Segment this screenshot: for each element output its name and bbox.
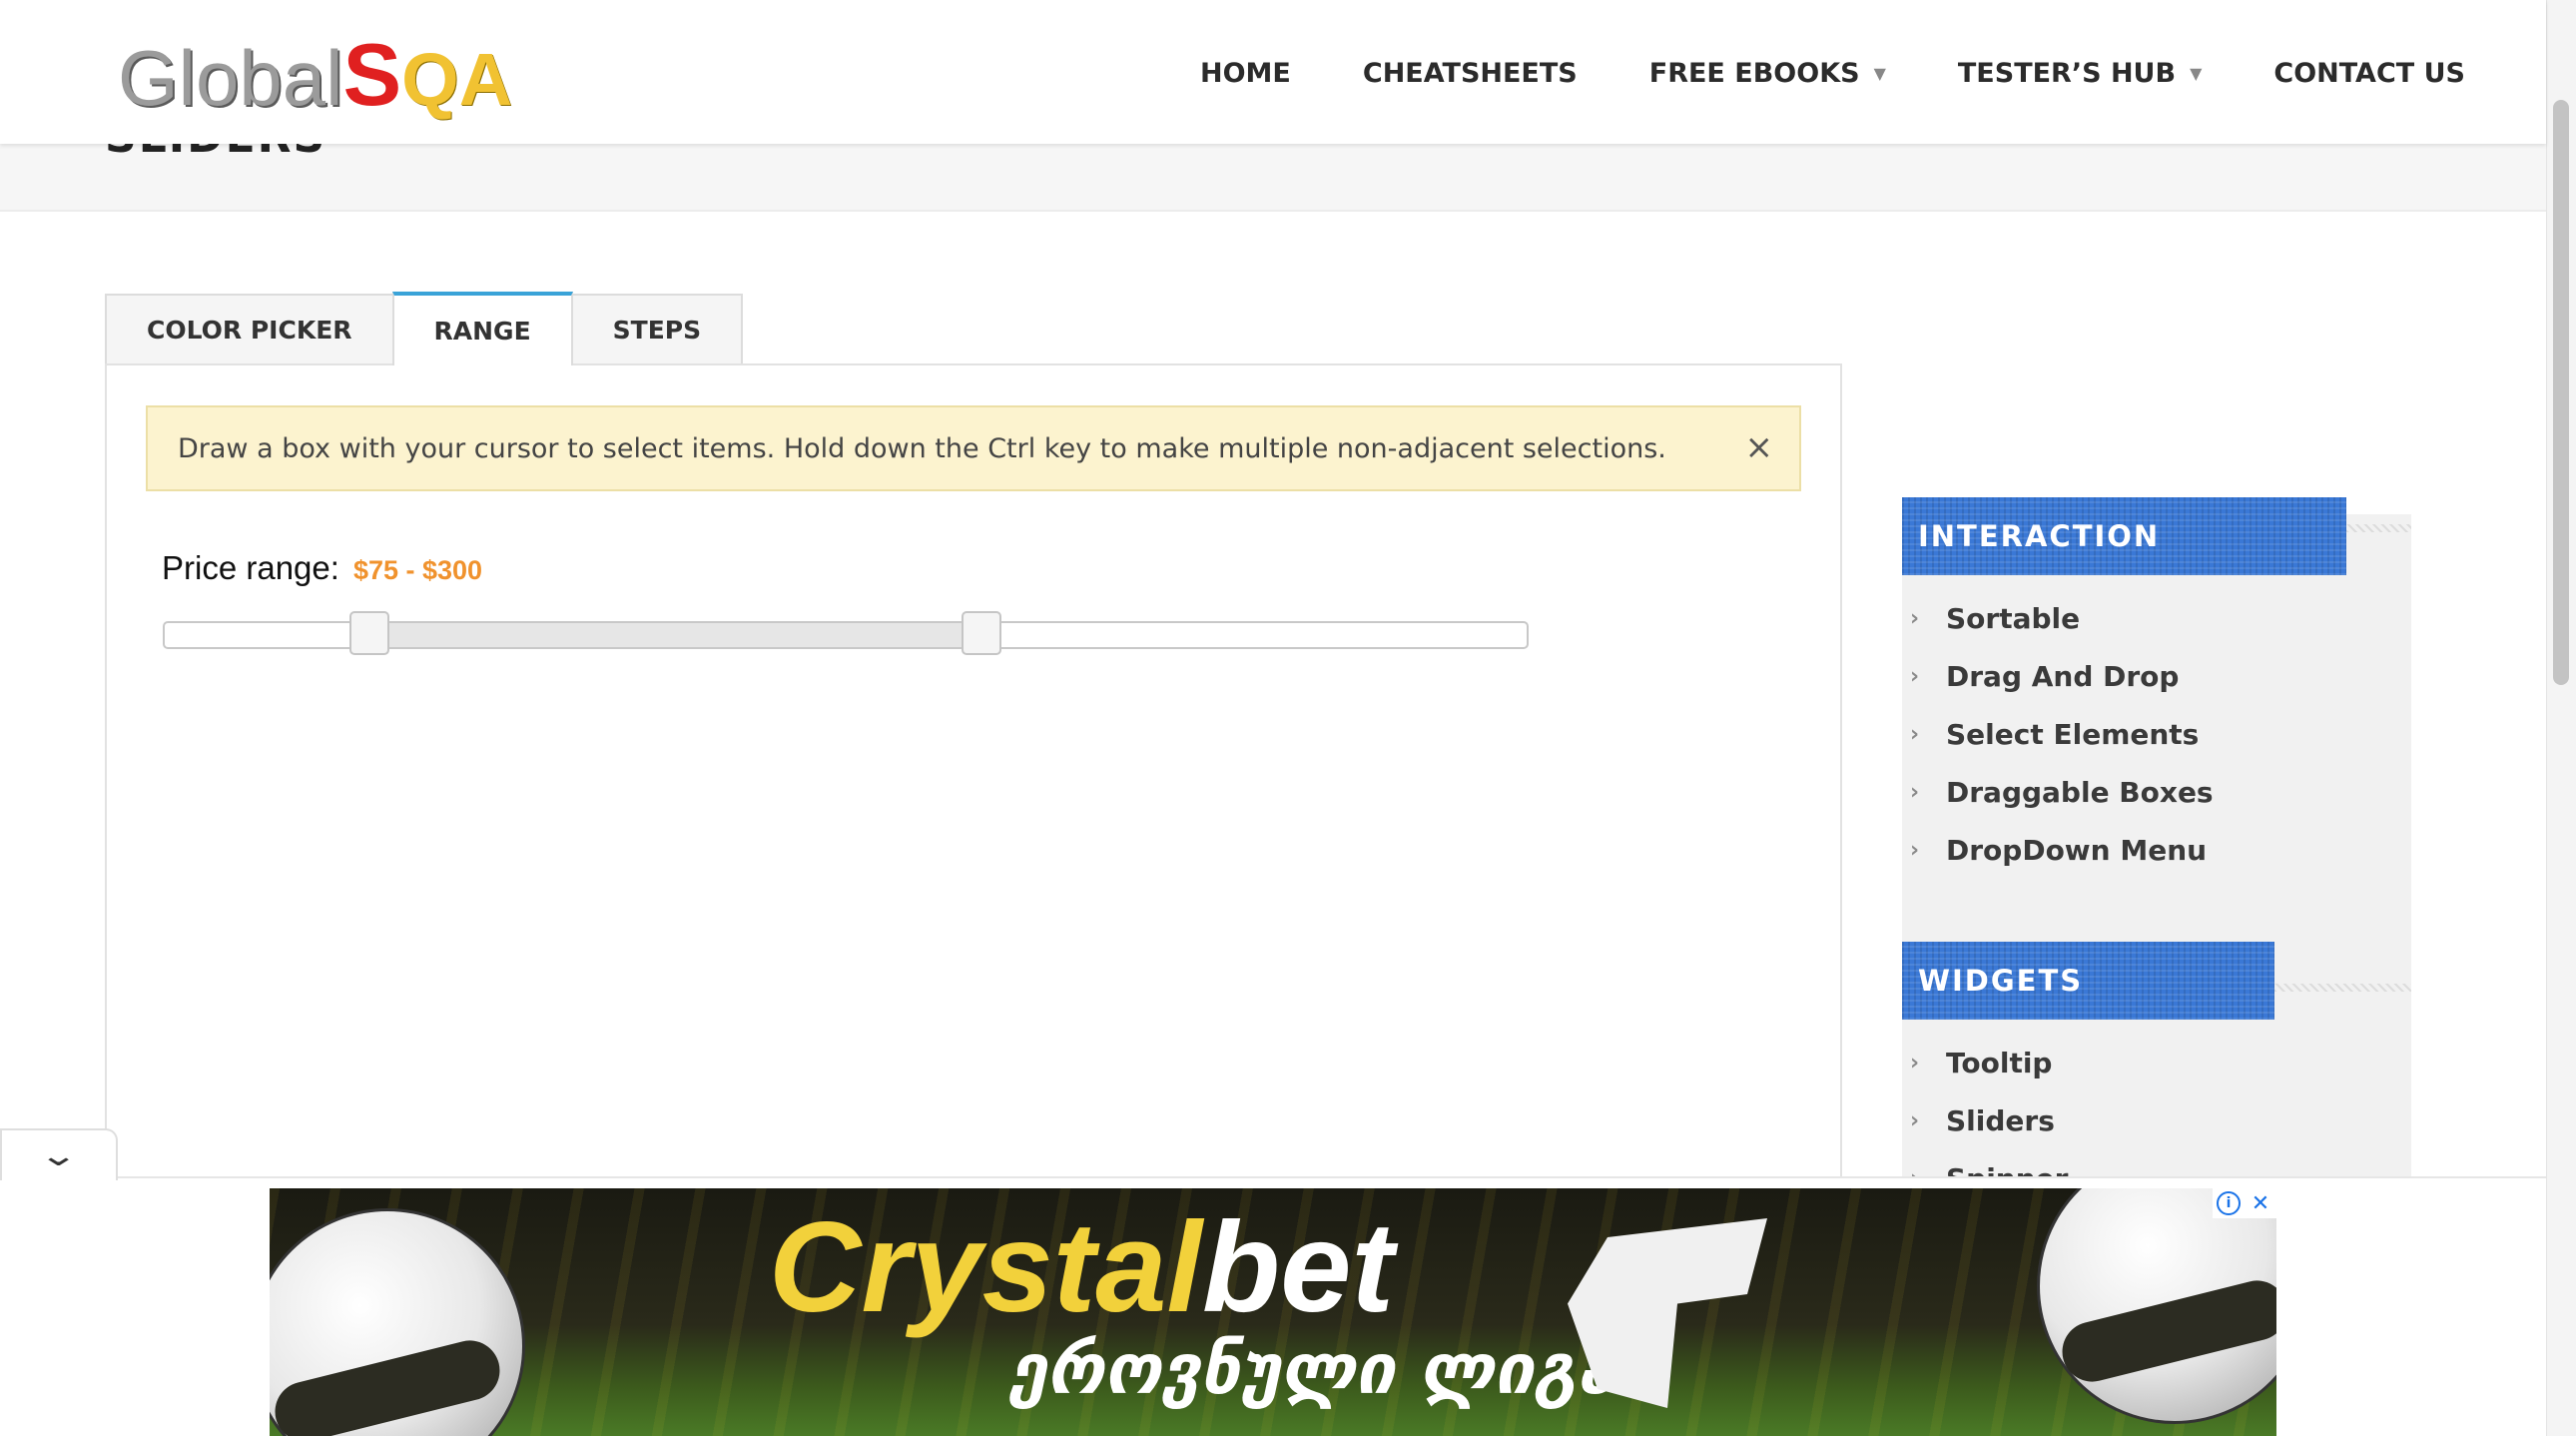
- ball-band: [270, 1334, 506, 1436]
- nav-cheatsheets-label: CHEATSHEETS: [1362, 58, 1578, 89]
- sidebar-title-interaction-label: INTERACTION: [1918, 519, 2161, 553]
- page-title-strip: [0, 144, 2546, 212]
- nav-contact-us-label: CONTACT US: [2273, 58, 2465, 89]
- price-range-row: Price range: $75 - $300: [162, 549, 482, 587]
- sidebar-title-widgets-label: WIDGETS: [1918, 964, 2084, 998]
- chevron-right-icon: ›: [1910, 605, 1920, 631]
- chevron-right-icon: ›: [1910, 721, 1920, 747]
- main-nav: HOME CHEATSHEETS FREE EBOOKS ▼ TESTER’S …: [1200, 58, 2465, 89]
- sidebar-item-label: Sortable: [1946, 601, 2081, 635]
- nav-home-label: HOME: [1200, 58, 1291, 89]
- logo-text-qa: QA: [401, 38, 513, 121]
- sidebar-item-sortable[interactable]: › Sortable: [1902, 589, 2214, 647]
- chevron-right-icon: ›: [1910, 837, 1920, 863]
- sidebar-item-label: Tooltip: [1946, 1046, 2053, 1079]
- chevron-right-icon: ›: [1910, 779, 1920, 805]
- sidebar-item-label: Drag And Drop: [1946, 659, 2180, 693]
- nav-contact-us[interactable]: CONTACT US: [2273, 58, 2465, 89]
- chevron-right-icon: ›: [1910, 1107, 1920, 1133]
- price-range-label: Price range:: [162, 549, 339, 586]
- sidebar-title-widgets: WIDGETS: [1902, 942, 2274, 1020]
- ad-brand-logo: Crystalbet: [769, 1198, 1394, 1338]
- ad-collapse-button[interactable]: ⌄: [0, 1128, 118, 1180]
- price-range-slider[interactable]: [163, 611, 1529, 655]
- tab-color-picker[interactable]: COLOR PICKER: [105, 294, 394, 363]
- sidebar-item-select-elements[interactable]: › Select Elements: [1902, 705, 2214, 763]
- sidebar-item-label: Draggable Boxes: [1946, 775, 2214, 809]
- ball-band: [2056, 1274, 2276, 1388]
- ad-brand-part1: Crystal: [769, 1196, 1202, 1339]
- info-icon: i: [2217, 1191, 2241, 1215]
- close-icon: ✕: [2251, 1190, 2270, 1216]
- chevron-down-icon: ▼: [1873, 64, 1886, 83]
- title-decoration: [2274, 984, 2411, 992]
- nav-testers-hub[interactable]: TESTER’S HUB ▼: [1958, 58, 2202, 89]
- nav-testers-hub-label: TESTER’S HUB: [1957, 58, 2177, 89]
- demo-tabs: COLOR PICKER RANGE STEPS: [105, 292, 744, 365]
- title-decoration: [2346, 524, 2411, 532]
- chevron-right-icon: ›: [1910, 1050, 1920, 1076]
- sidebar-item-sliders[interactable]: › Sliders: [1902, 1091, 2068, 1149]
- info-message-text: Draw a box with your cursor to select it…: [178, 432, 1666, 464]
- sidebar-title-interaction: INTERACTION: [1902, 497, 2346, 575]
- sidebar-item-dropdown-menu[interactable]: › DropDown Menu: [1902, 821, 2214, 879]
- ad-close-button[interactable]: ✕: [2245, 1188, 2276, 1218]
- site-header: Global S QA HOME CHEATSHEETS FREE EBOOKS…: [0, 0, 2546, 144]
- close-icon[interactable]: ×: [1745, 427, 1774, 467]
- nav-home[interactable]: HOME: [1200, 58, 1291, 89]
- slider-handle-min[interactable]: [348, 611, 389, 655]
- ad-brand-part2: bet: [1202, 1196, 1394, 1339]
- sidebar-item-label: Sliders: [1946, 1103, 2055, 1137]
- chevron-down-icon: ▼: [2190, 64, 2203, 83]
- ad-subtitle: ეროვნული ლიგა: [1008, 1328, 1616, 1410]
- ad-banner[interactable]: Crystalbet ეროვნული ლიგა i ✕: [270, 1188, 2276, 1436]
- nav-cheatsheets[interactable]: CHEATSHEETS: [1363, 58, 1578, 89]
- tab-range[interactable]: RANGE: [391, 292, 573, 365]
- chevron-right-icon: ›: [1910, 663, 1920, 689]
- chevron-down-icon: ⌄: [38, 1137, 80, 1173]
- site-logo[interactable]: Global S QA: [118, 25, 512, 124]
- logo-text-global: Global: [118, 34, 343, 122]
- page-scrollbar[interactable]: [2546, 0, 2576, 1436]
- tab-range-label: RANGE: [433, 316, 531, 346]
- logo-text-s: S: [342, 25, 402, 124]
- info-message: Draw a box with your cursor to select it…: [146, 405, 1801, 491]
- scrollbar-thumb[interactable]: [2553, 100, 2569, 685]
- slider-selected-range: [368, 623, 982, 647]
- price-range-value: $75 - $300: [352, 555, 483, 585]
- ad-info-button[interactable]: i: [2213, 1188, 2245, 1218]
- sidebar-item-label: DropDown Menu: [1946, 833, 2208, 867]
- nav-free-ebooks[interactable]: FREE EBOOKS ▼: [1649, 58, 1886, 89]
- sidebar-list-interaction: › Sortable › Drag And Drop › Select Elem…: [1902, 589, 2214, 879]
- sidebar-item-drag-and-drop[interactable]: › Drag And Drop: [1902, 647, 2214, 705]
- slider-handle-max[interactable]: [962, 611, 1002, 655]
- nav-free-ebooks-label: FREE EBOOKS: [1648, 58, 1860, 89]
- sidebar-item-tooltip[interactable]: › Tooltip: [1902, 1034, 2068, 1091]
- ad-controls: i ✕: [2213, 1188, 2276, 1218]
- tab-color-picker-label: COLOR PICKER: [147, 315, 352, 345]
- sidebar-item-label: Select Elements: [1946, 717, 2200, 751]
- tab-steps[interactable]: STEPS: [570, 294, 744, 363]
- tab-steps-label: STEPS: [612, 315, 702, 345]
- sidebar-item-draggable-boxes[interactable]: › Draggable Boxes: [1902, 763, 2214, 821]
